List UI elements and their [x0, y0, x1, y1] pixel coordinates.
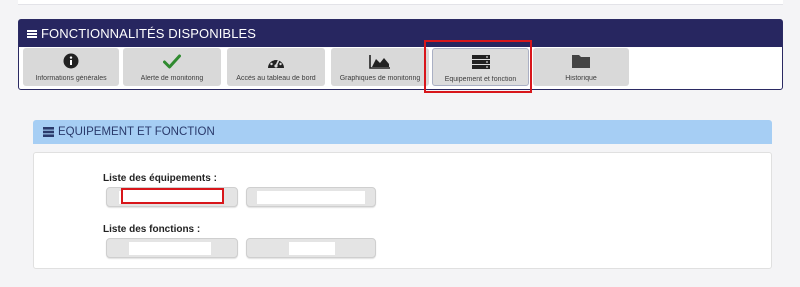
dashboard-gauge-icon	[266, 48, 286, 69]
top-strip	[18, 0, 783, 5]
features-title: FONCTIONNALITÉS DISPONIBLES	[41, 26, 257, 41]
function-select-2-value	[289, 242, 335, 255]
tile-alerte-monitoring[interactable]: Alerte de monitoring	[123, 48, 221, 86]
tile-label: Accès au tableau de bord	[236, 75, 316, 82]
tile-informations-generales[interactable]: Informations générales	[23, 48, 119, 86]
section-header: EQUIPEMENT ET FONCTION	[33, 120, 772, 144]
form-panel: Liste des équipements : Liste des foncti…	[33, 152, 772, 269]
function-select-2[interactable]	[246, 238, 376, 258]
tile-acces-tableau-de-bord[interactable]: Accès au tableau de bord	[227, 48, 325, 86]
tile-graphiques-monitoring[interactable]: Graphiques de monitoring	[331, 48, 429, 86]
area-chart-icon	[369, 48, 391, 69]
functions-label: Liste des fonctions :	[103, 224, 201, 235]
tile-label: Informations générales	[35, 75, 107, 82]
server-stack-icon	[43, 127, 54, 137]
function-select-1-value	[129, 242, 211, 255]
tile-historique[interactable]: Historique	[533, 48, 629, 86]
tile-label: Alerte de monitoring	[140, 75, 204, 82]
features-panel: FONCTIONNALITÉS DISPONIBLES Informations…	[18, 19, 783, 90]
tile-label: Graphiques de monitoring	[339, 75, 421, 82]
equipments-label: Liste des équipements :	[103, 173, 217, 184]
equipment-select-2-value	[257, 191, 365, 204]
features-header: FONCTIONNALITÉS DISPONIBLES	[19, 20, 782, 47]
equipment-select-2[interactable]	[246, 187, 376, 207]
info-icon	[63, 48, 79, 69]
selection-highlight	[424, 40, 532, 93]
folder-icon	[571, 48, 591, 69]
tile-label: Historique	[565, 75, 597, 82]
check-icon	[163, 48, 181, 69]
equipment-highlighted-field[interactable]	[121, 188, 224, 204]
section-title: EQUIPEMENT ET FONCTION	[58, 126, 215, 138]
menu-icon	[27, 29, 37, 38]
function-select-1[interactable]	[106, 238, 238, 258]
